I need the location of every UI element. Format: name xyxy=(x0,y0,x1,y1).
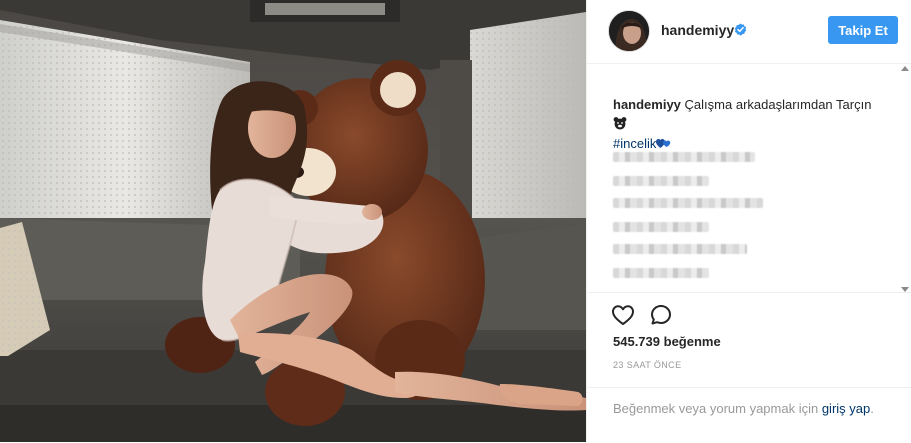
photo-illustration xyxy=(0,0,586,442)
likes-number: 545.739 xyxy=(613,334,660,349)
post-photo[interactable] xyxy=(0,0,586,442)
login-trailing-period: . xyxy=(870,401,874,416)
caption: handemiyy Çalışma arkadaşlarımdan Tarçın xyxy=(613,96,879,132)
login-prompt: Beğenmek veya yorum yapmak için giriş ya… xyxy=(613,400,883,418)
login-link-continued[interactable]: yap xyxy=(849,401,870,416)
login-prompt-area: Beğenmek veya yorum yapmak için giriş ya… xyxy=(587,387,911,443)
header-username[interactable]: handemiyy xyxy=(661,22,734,38)
speech-bubble-icon[interactable] xyxy=(649,303,673,327)
instagram-post: handemiyy Takip Et handemiyy Çalışma ark… xyxy=(0,0,911,442)
post-actions: 545.739 beğenme 23 SAAT ÖNCE Beğenmek ve… xyxy=(587,292,911,442)
heart-icon[interactable] xyxy=(611,303,635,327)
blurred-comment xyxy=(613,152,755,162)
blurred-comment xyxy=(613,244,747,254)
follow-button[interactable]: Takip Et xyxy=(828,16,898,44)
caption-text: Çalışma arkadaşlarımdan Tarçın xyxy=(684,97,872,112)
blurred-comment xyxy=(613,268,709,278)
post-timestamp[interactable]: 23 SAAT ÖNCE xyxy=(613,360,682,370)
hashtag-line: #incelik xyxy=(613,135,879,152)
login-prompt-text: Beğenmek veya yorum yapmak için xyxy=(613,401,819,416)
hashtag-link[interactable]: #incelik xyxy=(613,136,656,151)
avatar[interactable] xyxy=(608,10,650,52)
blurred-comment xyxy=(613,176,709,186)
login-link[interactable]: giriş xyxy=(822,401,846,416)
bear-face-emoji-icon xyxy=(613,117,627,130)
avatar-image xyxy=(609,11,649,51)
blurred-comment xyxy=(613,222,709,232)
verified-badge-icon xyxy=(734,23,747,36)
comments-area: handemiyy Çalışma arkadaşlarımdan Tarçın… xyxy=(587,96,897,286)
comments-scrollbar[interactable] xyxy=(901,66,909,292)
post-header: handemiyy Takip Et xyxy=(587,0,911,64)
likes-label: beğenme xyxy=(663,334,721,349)
blurred-comment xyxy=(613,198,763,208)
post-side-panel: handemiyy Takip Et handemiyy Çalışma ark… xyxy=(586,0,911,442)
scroll-up-arrow-icon[interactable] xyxy=(901,66,909,71)
caption-username[interactable]: handemiyy xyxy=(613,97,681,112)
likes-count[interactable]: 545.739 beğenme xyxy=(613,334,721,349)
blue-hearts-emoji-icon xyxy=(656,139,671,148)
